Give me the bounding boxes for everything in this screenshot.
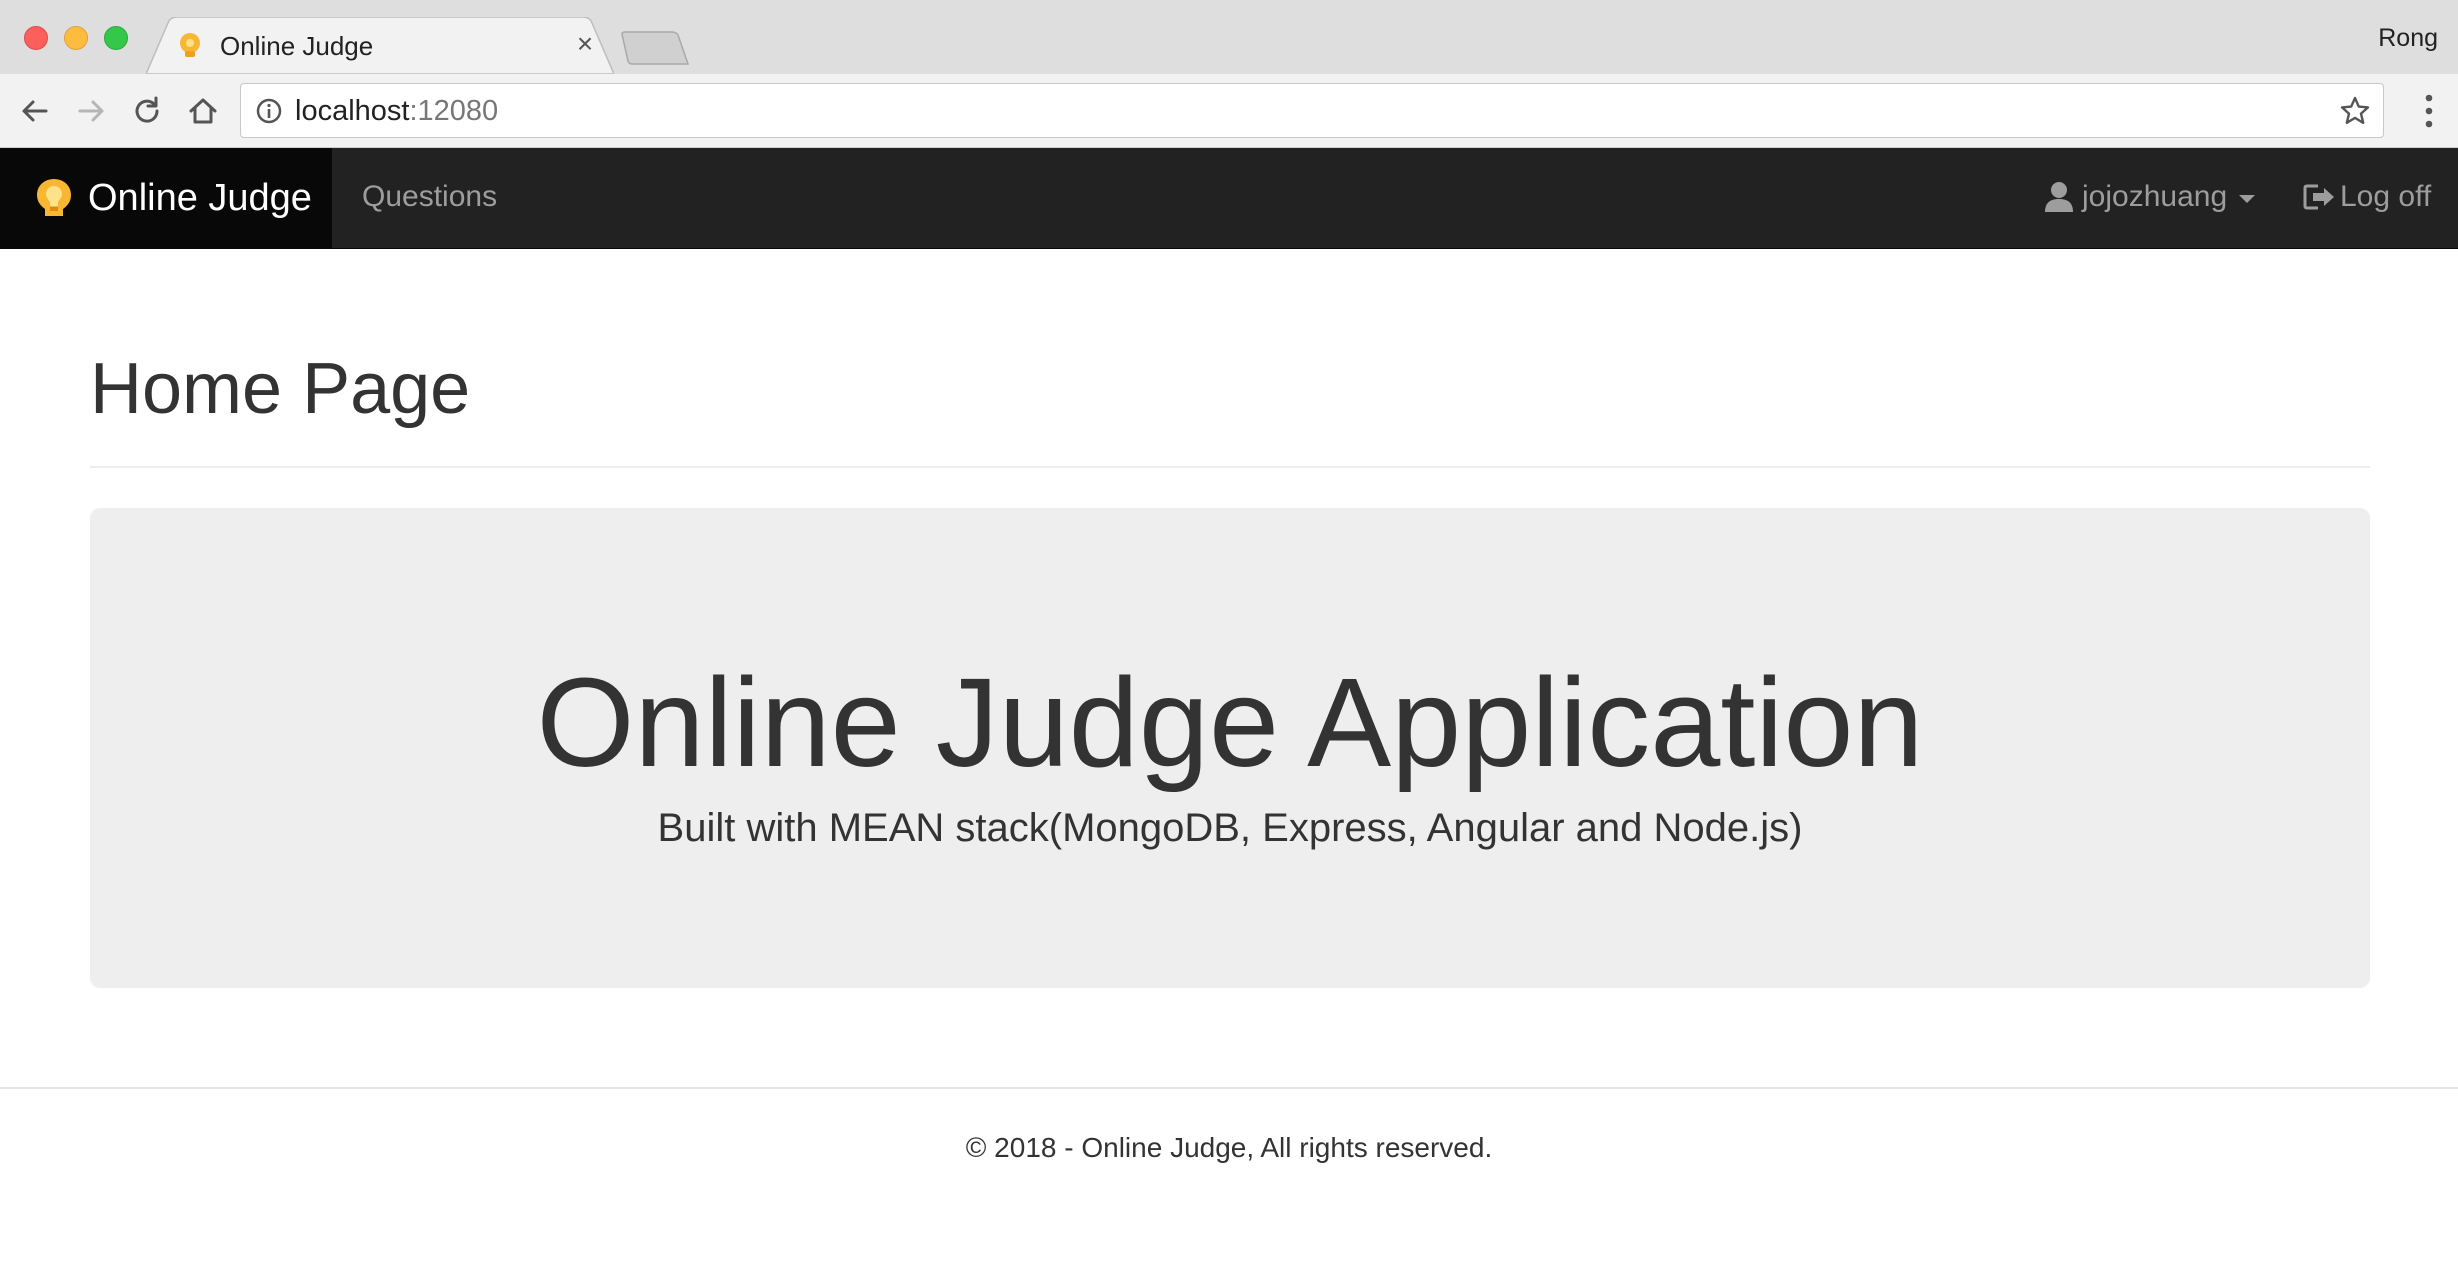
window-close-button[interactable] bbox=[24, 26, 48, 50]
footer-divider bbox=[0, 1087, 2458, 1089]
footer-copyright: © 2018 - Online Judge, All rights reserv… bbox=[965, 1132, 1493, 1163]
caret-down-icon bbox=[2239, 195, 2256, 203]
jumbotron-subtitle: Built with MEAN stack(MongoDB, Express, … bbox=[657, 806, 1803, 850]
home-icon bbox=[189, 98, 217, 124]
browser-toolbar: localhost:12080 bbox=[0, 74, 2458, 148]
tab-title: Online Judge bbox=[220, 31, 374, 61]
reload-icon bbox=[135, 96, 159, 123]
user-menu-dropdown[interactable]: jojozhuang bbox=[2044, 180, 2256, 214]
browser-tab-active[interactable]: Online Judge × bbox=[146, 17, 614, 74]
window-minimize-button[interactable] bbox=[64, 26, 88, 50]
address-bar[interactable]: localhost:12080 bbox=[240, 83, 2384, 138]
jumbotron: Online Judge Application Built with MEAN… bbox=[90, 508, 2370, 988]
home-button[interactable] bbox=[184, 92, 222, 130]
username-label: jojozhuang bbox=[2082, 180, 2228, 213]
user-icon bbox=[2045, 182, 2073, 212]
log-out-icon bbox=[2303, 184, 2334, 210]
log-off-link[interactable]: Log off bbox=[2302, 180, 2431, 214]
browser-menu-icon[interactable] bbox=[2424, 92, 2434, 130]
lightbulb-head-icon bbox=[37, 179, 71, 216]
tab-close-icon[interactable]: × bbox=[570, 29, 600, 59]
back-button[interactable] bbox=[16, 92, 54, 130]
page-title-divider bbox=[90, 466, 2370, 468]
address-bar-url: localhost:12080 bbox=[295, 95, 499, 127]
bookmark-star-icon[interactable] bbox=[2339, 95, 2371, 127]
forward-button[interactable] bbox=[72, 92, 110, 130]
info-icon[interactable] bbox=[255, 97, 283, 125]
reload-button[interactable] bbox=[128, 92, 166, 130]
navbar-brand[interactable]: Online Judge bbox=[0, 148, 332, 248]
arrow-left-icon bbox=[22, 100, 48, 122]
new-tab-button[interactable] bbox=[620, 30, 690, 66]
window-maximize-button[interactable] bbox=[104, 26, 128, 50]
page-title: Home Page bbox=[90, 349, 471, 429]
arrow-right-icon bbox=[78, 100, 104, 122]
lightbulb-head-icon bbox=[180, 33, 200, 57]
profile-name[interactable]: Rong bbox=[2378, 24, 2438, 53]
app-navbar: Online Judge Questions jojozhuang Log of… bbox=[0, 148, 2458, 249]
browser-tabstrip: Online Judge × Rong bbox=[0, 0, 2458, 74]
brand-text: Online Judge bbox=[88, 176, 312, 219]
log-off-label: Log off bbox=[2340, 180, 2432, 213]
jumbotron-title: Online Judge Application bbox=[536, 652, 1924, 793]
nav-questions-link[interactable]: Questions bbox=[362, 180, 497, 214]
